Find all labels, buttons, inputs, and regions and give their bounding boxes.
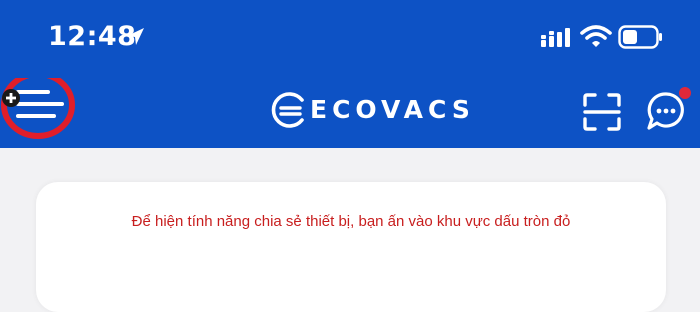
cellular-signal-icon	[541, 28, 570, 47]
instruction-text: Để hiện tính năng chia sẻ thiết bị, bạn …	[131, 213, 571, 230]
scan-button[interactable]	[582, 92, 622, 132]
battery-icon	[618, 25, 662, 49]
notification-dot	[679, 87, 691, 99]
messages-button[interactable]	[644, 86, 696, 136]
brand-logo: ECOVACS	[266, 84, 470, 136]
brand-name: ECOVACS	[310, 95, 475, 124]
app-header: 12:48 ECOVACS	[0, 0, 700, 148]
plus-icon	[2, 89, 20, 107]
scan-icon	[583, 93, 621, 131]
wifi-icon	[580, 25, 612, 47]
location-arrow-icon	[127, 28, 144, 45]
content-card: Để hiện tính năng chia sẻ thiết bị, bạn …	[36, 182, 666, 312]
ecovacs-logo-icon	[271, 92, 304, 128]
menu-button[interactable]	[0, 71, 76, 148]
